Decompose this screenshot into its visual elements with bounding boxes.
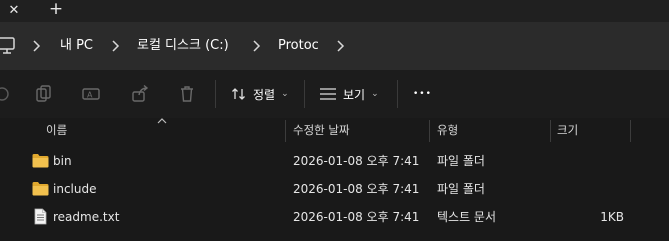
view-list-icon bbox=[320, 88, 336, 100]
sort-label: 정렬 bbox=[253, 87, 276, 102]
file-modified: 2026-01-08 오후 7:41 bbox=[293, 154, 420, 168]
close-icon: ✕ bbox=[8, 2, 20, 18]
file-row-include[interactable]: include 2026-01-08 오후 7:41 파일 폴더 bbox=[0, 175, 669, 203]
column-header-type[interactable]: 유형 bbox=[437, 118, 458, 144]
chevron-right-icon[interactable] bbox=[251, 37, 261, 55]
column-header-size[interactable]: 크기 bbox=[557, 118, 578, 144]
close-tab-button[interactable]: ✕ bbox=[0, 0, 28, 20]
file-name[interactable]: bin bbox=[53, 147, 72, 175]
file-type: 파일 폴더 bbox=[437, 154, 485, 168]
folder-icon bbox=[32, 182, 49, 196]
folder-icon bbox=[32, 154, 49, 168]
toolbar-divider bbox=[397, 80, 398, 108]
column-header-name[interactable]: 이름 bbox=[46, 118, 67, 144]
rename-icon[interactable]: A bbox=[81, 84, 101, 104]
new-tab-button[interactable]: + bbox=[42, 0, 70, 19]
toolbar-divider bbox=[215, 80, 216, 108]
view-label: 보기 bbox=[343, 87, 366, 102]
column-divider[interactable] bbox=[285, 120, 286, 142]
address-bar: 내 PC 로컬 디스크 (C:) Protoc bbox=[0, 22, 669, 70]
computer-icon[interactable] bbox=[0, 37, 16, 55]
file-name[interactable]: include bbox=[53, 175, 96, 203]
column-header-modified[interactable]: 수정한 날짜 bbox=[293, 118, 350, 144]
tab-bar: ✕ + bbox=[0, 0, 669, 22]
copy-icon[interactable] bbox=[34, 84, 54, 104]
sort-icon bbox=[232, 88, 245, 100]
file-size: 1KB bbox=[600, 210, 624, 224]
column-divider[interactable] bbox=[429, 120, 430, 142]
sort-up-icon bbox=[157, 118, 167, 124]
command-bar: A 정렬 ⌄ 보기 ⌄ ••• bbox=[0, 70, 669, 119]
column-header-row: 이름 수정한 날짜 유형 크기 bbox=[0, 118, 669, 144]
plus-icon: + bbox=[48, 0, 64, 19]
column-divider[interactable] bbox=[550, 120, 551, 142]
chevron-down-icon: ⌄ bbox=[281, 89, 289, 99]
new-item-icon[interactable] bbox=[0, 84, 12, 104]
breadcrumb-protoc[interactable]: Protoc bbox=[278, 36, 319, 56]
file-name[interactable]: readme.txt bbox=[53, 203, 119, 231]
view-button[interactable]: 보기 ⌄ bbox=[319, 82, 379, 106]
chevron-right-icon[interactable] bbox=[31, 37, 41, 55]
file-modified: 2026-01-08 오후 7:41 bbox=[293, 182, 420, 196]
file-type: 텍스트 문서 bbox=[437, 210, 497, 224]
chevron-down-icon: ⌄ bbox=[371, 89, 379, 99]
chevron-right-icon[interactable] bbox=[335, 37, 345, 55]
file-row-bin[interactable]: bin 2026-01-08 오후 7:41 파일 폴더 bbox=[0, 147, 669, 175]
chevron-right-icon[interactable] bbox=[110, 37, 120, 55]
toolbar-divider bbox=[304, 80, 305, 108]
breadcrumb-local-disk[interactable]: 로컬 디스크 (C:) bbox=[137, 36, 229, 56]
more-icon: ••• bbox=[413, 89, 432, 99]
file-modified: 2026-01-08 오후 7:41 bbox=[293, 210, 420, 224]
svg-text:A: A bbox=[87, 91, 93, 100]
share-icon[interactable] bbox=[130, 84, 150, 104]
text-file-icon bbox=[34, 208, 47, 225]
breadcrumb-this-pc[interactable]: 내 PC bbox=[60, 36, 93, 56]
more-options-button[interactable]: ••• bbox=[413, 82, 432, 106]
column-divider[interactable] bbox=[630, 120, 631, 142]
delete-icon[interactable] bbox=[177, 84, 197, 104]
file-row-readme[interactable]: readme.txt 2026-01-08 오후 7:41 텍스트 문서 1KB bbox=[0, 203, 669, 231]
sort-button[interactable]: 정렬 ⌄ bbox=[231, 82, 289, 106]
file-type: 파일 폴더 bbox=[437, 182, 485, 196]
